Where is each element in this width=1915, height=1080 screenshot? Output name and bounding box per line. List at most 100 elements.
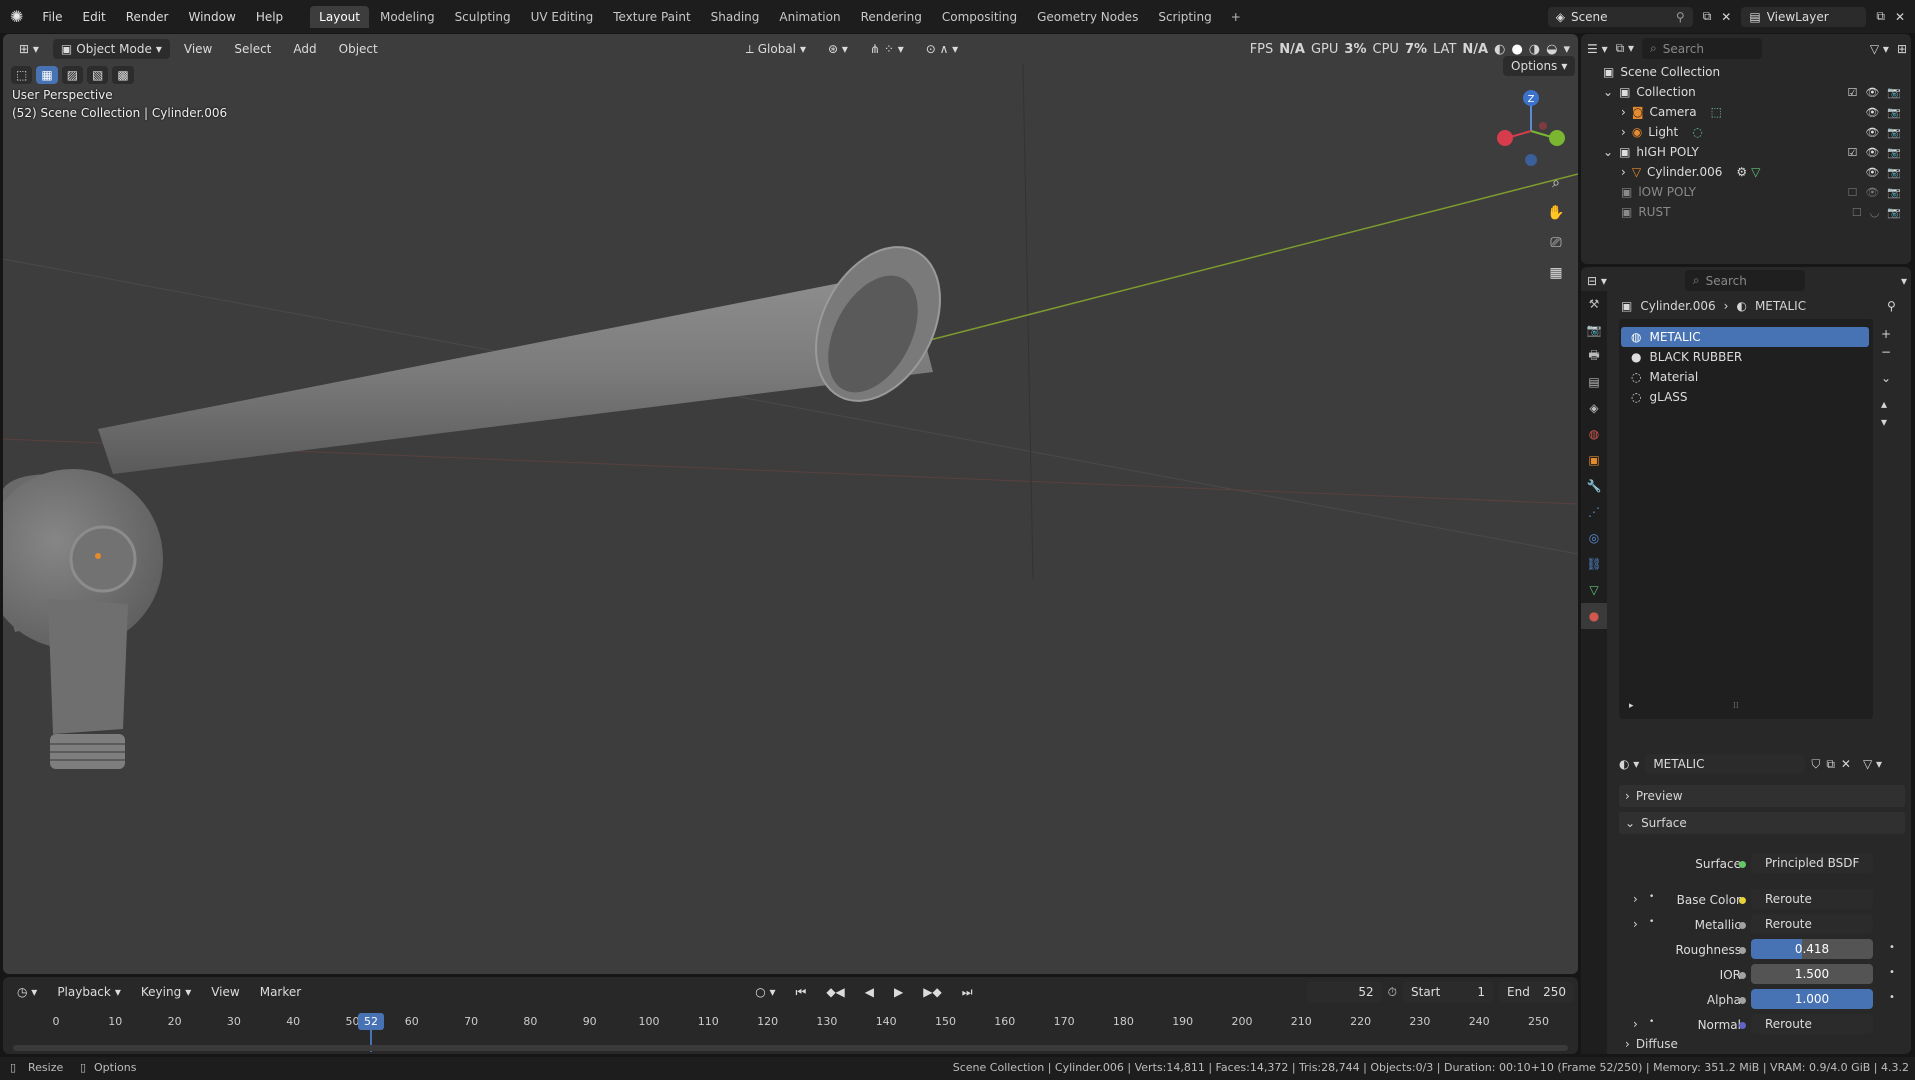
normal-field[interactable]: Reroute	[1751, 1014, 1873, 1034]
menu-help[interactable]: Help	[247, 6, 292, 28]
add-slot-icon[interactable]: +	[1881, 327, 1891, 341]
editor-type-icon[interactable]: ⊞ ▾	[11, 39, 47, 59]
timeline-ruler[interactable]: 0 10 20 30 40 50 60 70 80 90 100 110 120 130 140 150 160…	[9, 1013, 1574, 1049]
outliner-row-camera[interactable]: › ◙ Camera ⬚ 👁 📷	[1581, 102, 1911, 122]
fake-user-shield-icon[interactable]: ⛉	[1811, 757, 1820, 772]
outliner-row-collection[interactable]: ⌄ ▣ Collection ☑ 👁 📷	[1581, 82, 1911, 102]
chevron-down-icon[interactable]: ⌄	[1603, 145, 1613, 159]
tab-constraints-icon[interactable]: ⛓	[1581, 551, 1607, 577]
duplicate-material-icon[interactable]: ⧉	[1826, 757, 1835, 772]
material-browse-icon[interactable]: ◐ ▾	[1619, 757, 1639, 771]
eye-icon[interactable]: 👁	[1865, 126, 1879, 139]
outliner-row-rust[interactable]: ▣ RUST ☐ ◡ 📷	[1581, 202, 1911, 222]
grid-view-icon[interactable]: ▦	[1543, 260, 1569, 286]
eye-icon[interactable]: 👁	[1865, 146, 1879, 159]
object-mode-dropdown[interactable]: ▣ Object Mode ▾	[52, 39, 170, 59]
tab-physics-icon[interactable]: ◎	[1581, 525, 1607, 551]
tab-particles-icon[interactable]: ⋰	[1581, 499, 1607, 525]
chevron-down-icon[interactable]: ▾	[1563, 42, 1570, 57]
chevron-down-icon[interactable]: ⌄	[1603, 85, 1613, 99]
camera-render-icon[interactable]: 📷	[1887, 166, 1901, 179]
chevron-right-icon[interactable]: ›	[1621, 165, 1626, 179]
metallic-field[interactable]: Reroute	[1751, 914, 1873, 934]
camera-render-icon[interactable]: 📷	[1887, 106, 1901, 119]
camera-render-icon[interactable]: 📷	[1887, 126, 1901, 139]
camera-render-icon[interactable]: 📷	[1887, 206, 1901, 219]
select-subtract-icon[interactable]: ▧	[87, 66, 109, 84]
auto-keying-icon[interactable]: ○ ▾	[747, 982, 783, 1002]
ior-field[interactable]: 1.500	[1751, 964, 1873, 984]
alpha-slider[interactable]: 1.000	[1751, 989, 1873, 1009]
tab-animation[interactable]: Animation	[770, 6, 849, 28]
camera-render-icon[interactable]: 📷	[1887, 86, 1901, 99]
remove-slot-icon[interactable]: −	[1881, 345, 1891, 359]
tab-modifiers-icon[interactable]: 🔧	[1581, 473, 1607, 499]
display-mode-icon[interactable]: ⧉ ▾	[1616, 41, 1634, 56]
gizmo-neg-x-axis[interactable]	[1539, 122, 1547, 130]
tab-material-icon[interactable]: ●	[1581, 603, 1607, 629]
eye-icon[interactable]: 👁	[1865, 86, 1879, 99]
snap-icon[interactable]: ⋔ ⁘ ▾	[862, 39, 912, 59]
select-extend-icon[interactable]: ▨	[61, 66, 84, 84]
section-surface[interactable]: ⌄ Surface	[1619, 812, 1905, 834]
options-dropdown[interactable]: Options ▾	[1503, 56, 1576, 76]
add-workspace-icon[interactable]: +	[1223, 6, 1249, 28]
move-up-icon[interactable]: ▴	[1881, 397, 1891, 411]
tab-object-icon[interactable]: ▣	[1581, 447, 1607, 473]
overlays-icon[interactable]: ◐	[1494, 42, 1505, 57]
tab-geometry-nodes[interactable]: Geometry Nodes	[1028, 6, 1147, 28]
jump-start-icon[interactable]: ⏮	[788, 982, 815, 1003]
tab-shading[interactable]: Shading	[702, 6, 769, 28]
unlink-material-icon[interactable]: ✕	[1841, 757, 1851, 771]
current-frame-field[interactable]: 52	[1306, 982, 1382, 1002]
checkbox-icon[interactable]: ☑	[1847, 86, 1857, 99]
end-frame-field[interactable]: End 250	[1499, 982, 1574, 1002]
zoom-icon[interactable]: ⌕	[1543, 170, 1569, 196]
material-slot-black-rubber[interactable]: ● BLACK RUBBER	[1621, 347, 1869, 367]
menu-add[interactable]: Add	[285, 39, 324, 59]
tab-scripting[interactable]: Scripting	[1149, 6, 1220, 28]
material-link-icon[interactable]: ▽ ▾	[1863, 757, 1882, 771]
proportional-edit-icon[interactable]: ⊙ ∧ ▾	[918, 39, 967, 59]
keyframe-dot-icon[interactable]: •	[1889, 942, 1895, 953]
eye-icon[interactable]: 👁	[1865, 186, 1879, 199]
select-new-icon[interactable]: ▦	[36, 66, 58, 84]
select-invert-icon[interactable]: ▩	[112, 66, 134, 84]
blender-logo-icon[interactable]: ✺	[10, 7, 23, 26]
outliner-row-light[interactable]: › ◉ Light ◌ 👁 📷	[1581, 122, 1911, 142]
prev-keyframe-icon[interactable]: ◆◀	[818, 982, 852, 1002]
menu-window[interactable]: Window	[179, 6, 244, 28]
new-view-layer-icon[interactable]: ⧉	[1876, 9, 1885, 24]
list-expand-icon[interactable]: ▸	[1629, 701, 1634, 711]
shading-material-icon[interactable]: ◑	[1529, 42, 1540, 57]
outliner-row-high-poly[interactable]: ⌄ ▣ hIGH POLY ☑ 👁 📷	[1581, 142, 1911, 162]
3d-viewport[interactable]: ⊞ ▾ ▣ Object Mode ▾ View Select Add Obje…	[3, 34, 1578, 974]
menu-playback[interactable]: Playback ▾	[49, 982, 129, 1002]
gizmo-x-axis[interactable]	[1497, 130, 1513, 146]
menu-render[interactable]: Render	[117, 6, 178, 28]
transform-orientation-dropdown[interactable]: ⟂ Global ▾	[738, 39, 814, 60]
start-frame-field[interactable]: Start 1	[1403, 982, 1493, 1002]
section-diffuse[interactable]: › Diffuse	[1619, 1035, 1905, 1053]
camera-render-icon[interactable]: 📷	[1887, 146, 1901, 159]
keyframe-dot-icon[interactable]: •	[1889, 967, 1895, 978]
delete-scene-icon[interactable]: ✕	[1721, 10, 1731, 24]
menu-object[interactable]: Object	[331, 39, 386, 59]
camera-render-icon[interactable]: 📷	[1887, 186, 1901, 199]
tab-data-icon[interactable]: ▽	[1581, 577, 1607, 603]
tab-modeling[interactable]: Modeling	[371, 6, 444, 28]
list-resize-handle-icon[interactable]: ⁞⁞	[1733, 701, 1739, 711]
tab-world-icon[interactable]: ◍	[1581, 421, 1607, 447]
menu-marker[interactable]: Marker	[252, 982, 309, 1002]
tab-compositing[interactable]: Compositing	[933, 6, 1026, 28]
eye-hidden-icon[interactable]: ◡	[1870, 206, 1880, 219]
select-box-tool-icon[interactable]: ⬚	[11, 66, 33, 84]
gizmo-y-axis[interactable]	[1549, 130, 1565, 146]
playhead[interactable]: 52	[358, 1013, 384, 1030]
eye-icon[interactable]: 👁	[1865, 166, 1879, 179]
menu-view[interactable]: View	[176, 39, 220, 59]
timeline-editor-icon[interactable]: ◷ ▾	[9, 982, 45, 1002]
new-collection-icon[interactable]: ⊞	[1897, 42, 1907, 56]
delete-view-layer-icon[interactable]: ✕	[1895, 10, 1905, 24]
tab-uv-editing[interactable]: UV Editing	[522, 6, 603, 28]
